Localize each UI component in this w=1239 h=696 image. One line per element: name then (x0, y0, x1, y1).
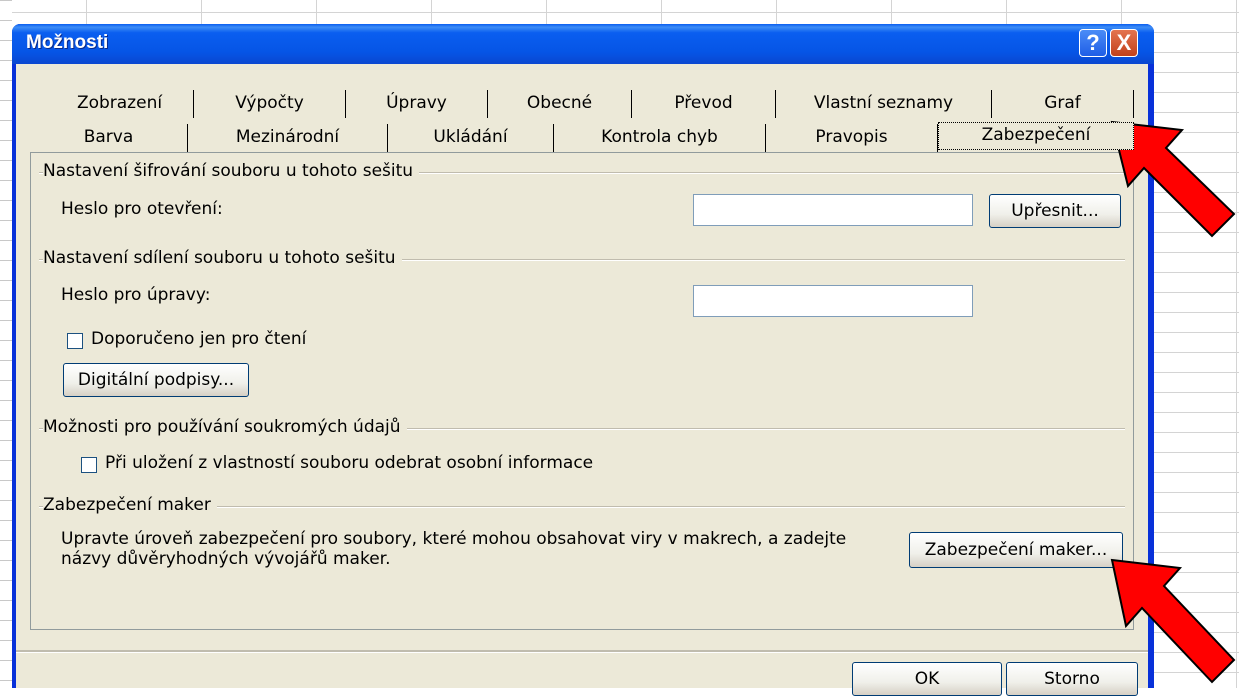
sharing-group-title: Nastavení sdílení souboru u tohoto sešit… (43, 248, 402, 268)
modify-password-label: Heslo pro úpravy: (61, 285, 211, 305)
encryption-group-title: Nastavení šifrování souboru u tohoto seš… (43, 161, 420, 181)
tab-vlastni-seznamy[interactable]: Vlastní seznamy (776, 90, 992, 118)
remove-info-label[interactable]: Při uložení z vlastností souboru odebrat… (105, 453, 593, 473)
dialog-title: Možnosti (26, 32, 109, 53)
annotation-arrow-bottom (1110, 558, 1236, 684)
footer-separator (16, 650, 1148, 653)
readonly-checkbox[interactable] (67, 333, 83, 349)
tab-mezinarodni[interactable]: Mezinárodní (188, 124, 388, 152)
tab-barva[interactable]: Barva (30, 124, 188, 152)
tab-vypocty[interactable]: Výpočty (194, 90, 346, 118)
options-dialog: Možnosti ? X Zobrazení Výpočty Úpravy Ob… (12, 24, 1154, 696)
open-password-label: Heslo pro otevření: (61, 199, 223, 219)
privacy-group-title: Možnosti pro používání soukromých údajů (43, 417, 407, 437)
help-button[interactable]: ? (1079, 29, 1107, 57)
remove-info-checkbox[interactable] (81, 457, 97, 473)
open-password-input[interactable] (693, 194, 973, 226)
macro-group-title: Zabezpečení maker (43, 495, 217, 515)
modify-password-input[interactable] (693, 285, 973, 317)
tab-prevod[interactable]: Převod (632, 90, 776, 118)
macro-security-button[interactable]: Zabezpečení maker... (909, 532, 1123, 568)
macro-description: Upravte úroveň zabezpečení pro soubory, … (61, 529, 847, 569)
tab-zabezpeceni[interactable]: Zabezpečení (938, 122, 1134, 150)
digital-signatures-button[interactable]: Digitální podpisy... (63, 363, 249, 397)
arrow-bottom-shape (1110, 558, 1236, 684)
tab-ukladani[interactable]: Ukládání (388, 124, 554, 152)
close-button[interactable]: X (1110, 29, 1138, 57)
title-bar[interactable]: Možnosti ? X (12, 24, 1154, 64)
tab-kontrola-chyb[interactable]: Kontrola chyb (554, 124, 766, 152)
ok-button[interactable]: OK (852, 662, 1002, 696)
spreadsheet-row-strip (0, 0, 12, 688)
tab-upravy[interactable]: Úpravy (346, 90, 488, 118)
tab-pravopis[interactable]: Pravopis (766, 124, 938, 152)
tab-obecne[interactable]: Obecné (488, 90, 632, 118)
tab-zobrazeni[interactable]: Zobrazení (46, 90, 194, 118)
readonly-label[interactable]: Doporučeno jen pro čtení (91, 329, 306, 349)
dialog-client-area: Zobrazení Výpočty Úpravy Obecné Převod V… (16, 64, 1148, 696)
security-tab-panel: Nastavení šifrování souboru u tohoto seš… (30, 152, 1134, 630)
